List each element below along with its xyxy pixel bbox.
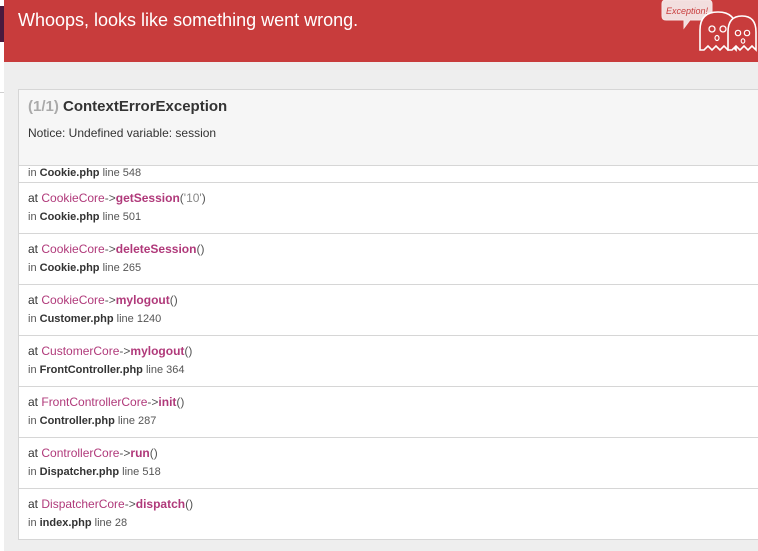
frame-line: line 1240 [116,313,162,325]
frame-location: in Dispatcher.php line 518 [28,466,161,478]
frame-line: line 518 [122,466,161,478]
frame-method[interactable]: dispatch [136,497,185,511]
exception-title: (1/1) ContextErrorException [28,98,758,115]
frame-method[interactable]: deleteSession [116,242,197,256]
frame-method[interactable]: mylogout [130,344,184,358]
frame-file: Cookie.php [39,211,100,223]
frame-method[interactable]: init [158,395,176,409]
frame-call: at CookieCore->deleteSession() [28,242,205,256]
stack-frame: at CookieCore->deleteSession() in Cookie… [19,234,758,285]
stack-frame: at CookieCore->mylogout() in Customer.ph… [19,285,758,336]
frame-location: in Controller.php line 287 [28,415,157,427]
frame-call: at CustomerCore->mylogout() [28,344,193,358]
frame-call: at DispatcherCore->dispatch() [28,497,194,511]
frame-line: line 28 [94,517,128,529]
frame-call: at FrontControllerCore->init() [28,395,185,409]
frame-line: line 501 [102,211,142,223]
frame-call: at ControllerCore->run() [28,446,158,460]
frame-class[interactable]: DispatcherCore [41,497,124,511]
frame-method[interactable]: mylogout [116,293,170,307]
main-content: (1/1) ContextErrorException Notice: Unde… [4,62,758,551]
frame-location: in Customer.php line 1240 [28,313,162,325]
frame-location: in Cookie.php line 548 [28,167,142,179]
stack-frame: at CustomerCore->mylogout() in FrontCont… [19,336,758,387]
stack-frame: in Cookie.php line 548 [19,166,758,183]
frame-location: in Cookie.php line 265 [28,262,142,274]
frame-class[interactable]: CustomerCore [41,344,119,358]
frame-method[interactable]: getSession [116,191,180,205]
stack-frame: at DispatcherCore->dispatch() in index.p… [19,489,758,540]
mascot-text: Exception! [666,6,709,16]
frame-file: index.php [39,517,92,529]
frame-class[interactable]: CookieCore [41,293,104,307]
frame-file: FrontController.php [39,364,143,376]
frame-argument: '10' [183,191,202,205]
exception-message: Notice: Undefined variable: session [28,126,217,140]
frame-file: Controller.php [39,415,115,427]
frame-call: at CookieCore->getSession('10') [28,191,206,205]
frame-call: at CookieCore->mylogout() [28,293,178,307]
frame-line: line 548 [102,167,142,179]
frame-class[interactable]: CookieCore [41,242,104,256]
frame-line: line 364 [145,364,185,376]
frame-class[interactable]: CookieCore [41,191,104,205]
exception-panel: (1/1) ContextErrorException Notice: Unde… [18,89,758,540]
frame-file: Cookie.php [39,167,100,179]
frame-line: line 265 [102,262,142,274]
frame-class[interactable]: ControllerCore [41,446,119,460]
frame-location: in index.php line 28 [28,517,128,529]
error-header: Whoops, looks like something went wrong.… [4,0,758,62]
frame-file: Customer.php [39,313,114,325]
exception-ghost-icon: Exception! [661,0,757,52]
stack-frame: at FrontControllerCore->init() in Contro… [19,387,758,438]
frame-file: Dispatcher.php [39,466,120,478]
frame-location: in FrontController.php line 364 [28,364,185,376]
exception-count: (1/1) [28,98,59,115]
exception-header: (1/1) ContextErrorException Notice: Unde… [19,90,758,166]
frame-file: Cookie.php [39,262,100,274]
stack-frame: at ControllerCore->run() in Dispatcher.p… [19,438,758,489]
frame-location: in Cookie.php line 501 [28,211,142,223]
page-title: Whoops, looks like something went wrong. [18,10,359,30]
exception-class: ContextErrorException [63,98,228,115]
stack-frame: at CookieCore->getSession('10') in Cooki… [19,183,758,234]
frame-line: line 287 [117,415,157,427]
frame-method[interactable]: run [130,446,149,460]
frame-class[interactable]: FrontControllerCore [41,395,147,409]
